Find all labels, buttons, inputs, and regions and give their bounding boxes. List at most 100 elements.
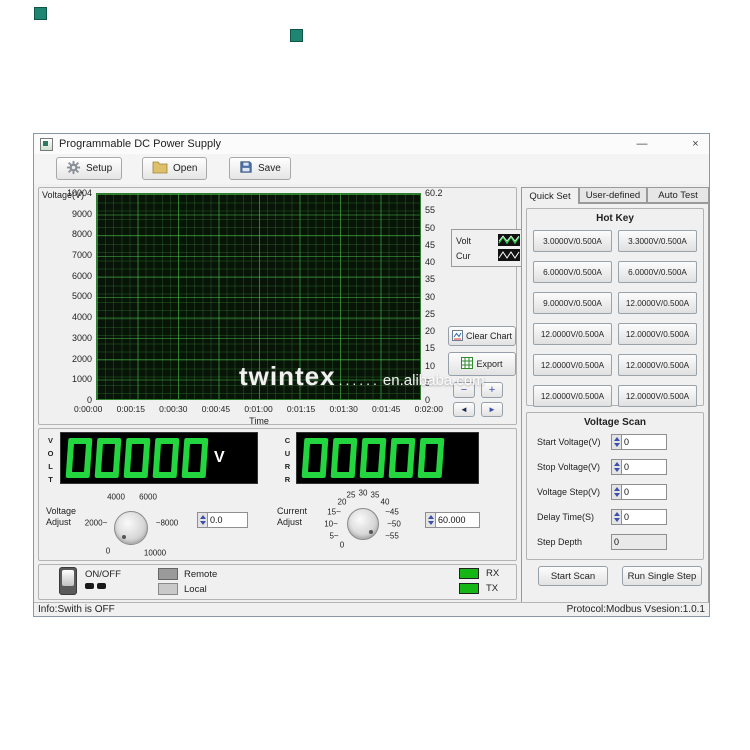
volt-waveform-icon: [498, 234, 520, 248]
pan-right-button[interactable]: ►: [481, 402, 503, 417]
power-rocker-switch[interactable]: [59, 567, 77, 595]
app-window: twintex......en.alibaba.com Programmable…: [33, 133, 710, 617]
current-set-spinner[interactable]: [425, 512, 436, 528]
current-scale-tick: 5~: [329, 532, 338, 541]
folder-icon: [152, 160, 168, 177]
scan-field-row: Step Depth: [527, 531, 703, 556]
hot-key-button[interactable]: 6.0000V/0.500A: [618, 261, 697, 283]
x-tick: 0:01:15: [287, 404, 315, 414]
y-tick: 25: [425, 309, 435, 319]
voltage-step-spinner[interactable]: [611, 484, 622, 500]
current-knob-area: 0 5~ 10~ 15~ 20 25 30 35 40 ~45 ~50 ~55: [301, 479, 401, 564]
voltage-set-spinner[interactable]: [197, 512, 208, 528]
start-voltage-spinner[interactable]: [611, 434, 622, 450]
run-single-step-button[interactable]: Run Single Step: [622, 566, 702, 586]
tab-user-defined[interactable]: User-defined: [579, 187, 647, 203]
hot-key-button[interactable]: 3.3000V/0.500A: [618, 230, 697, 252]
stop-voltage-input[interactable]: [622, 459, 667, 475]
hot-key-button[interactable]: 9.0000V/0.500A: [533, 292, 612, 314]
spinner-down-icon: [428, 521, 434, 525]
hot-key-button[interactable]: 12.0000V/0.500A: [533, 385, 612, 407]
start-voltage-field: [611, 434, 667, 450]
clear-chart-button[interactable]: Clear Chart: [448, 326, 516, 346]
x-tick: 0:00:45: [202, 404, 230, 414]
stop-voltage-label: Stop Voltage(V): [537, 462, 600, 472]
hot-key-button[interactable]: 12.0000V/0.500A: [618, 354, 697, 376]
floppy-disk-icon: [239, 160, 253, 177]
tab-quick-set[interactable]: Quick Set: [521, 187, 579, 204]
scan-field-row: Voltage Step(V): [527, 481, 703, 506]
step-depth-label: Step Depth: [537, 537, 582, 547]
current-scale-tick: 30: [359, 489, 368, 498]
stop-voltage-spinner[interactable]: [611, 459, 622, 475]
start-scan-button[interactable]: Start Scan: [538, 566, 608, 586]
x-tick: 0:01:00: [244, 404, 272, 414]
rx-led: [459, 568, 479, 579]
voltage-scale-tick: 0: [106, 547, 110, 556]
zoom-in-button[interactable]: +: [481, 382, 503, 398]
y-tick: 2000: [72, 354, 92, 364]
zoom-out-button[interactable]: −: [453, 382, 475, 398]
tx-label: TX: [486, 583, 498, 594]
hot-key-button[interactable]: 12.0000V/0.500A: [533, 354, 612, 376]
chart-legend: Volt Cur: [451, 229, 525, 267]
stop-voltage-field: [611, 459, 667, 475]
y-tick: 7000: [72, 250, 92, 260]
hot-key-button[interactable]: 3.0000V/0.500A: [533, 230, 612, 252]
minimize-button[interactable]: —: [626, 134, 658, 153]
y-tick: 1000: [72, 374, 92, 384]
export-table-icon: [461, 357, 473, 371]
setup-button[interactable]: Setup: [56, 157, 122, 180]
cur-waveform-icon: [498, 249, 520, 263]
spinner-up-icon: [614, 462, 620, 466]
export-button[interactable]: Export: [448, 352, 516, 376]
knob-indicator-dot: [122, 535, 126, 539]
legend-item-volt[interactable]: Volt: [456, 233, 520, 248]
hot-key-button[interactable]: 12.0000V/0.500A: [618, 323, 697, 345]
step-depth-input[interactable]: [611, 534, 667, 550]
seven-seg-digit: [418, 438, 445, 478]
current-adjust-knob[interactable]: [347, 508, 379, 540]
voltage-adjust-knob[interactable]: [114, 511, 148, 545]
y-tick: 6000: [72, 271, 92, 281]
legend-item-cur[interactable]: Cur: [456, 248, 520, 263]
voltage-set-input[interactable]: [208, 512, 248, 528]
hot-key-button[interactable]: 12.0000V/0.500A: [618, 292, 697, 314]
delay-time-input[interactable]: [622, 509, 667, 525]
teal-square-artifact: [34, 7, 47, 20]
hot-key-button[interactable]: 12.0000V/0.500A: [533, 323, 612, 345]
curr-display: [296, 432, 479, 484]
spinner-up-icon: [614, 487, 620, 491]
open-button[interactable]: Open: [142, 157, 207, 180]
rx-label: RX: [486, 568, 499, 579]
step-depth-field: [611, 534, 667, 550]
chart-plot: [96, 193, 421, 400]
seven-seg-digit: [331, 438, 358, 478]
tab-auto-test[interactable]: Auto Test: [647, 187, 709, 203]
local-indicator: [158, 583, 178, 595]
spinner-up-icon: [428, 515, 434, 519]
pan-left-button[interactable]: ◄: [453, 402, 475, 417]
start-voltage-input[interactable]: [622, 434, 667, 450]
y-tick: 50: [425, 223, 435, 233]
remote-indicator: [158, 568, 178, 580]
voltage-scale-tick: 2000~: [85, 519, 107, 528]
hot-key-button[interactable]: 12.0000V/0.500A: [618, 385, 697, 407]
x-tick: 0:00:15: [117, 404, 145, 414]
y-tick: 9000: [72, 209, 92, 219]
save-button[interactable]: Save: [229, 157, 291, 180]
toolbar: Setup Open Save: [34, 154, 709, 185]
y-tick: 20: [425, 326, 435, 336]
y-tick: 45: [425, 240, 435, 250]
hot-key-button[interactable]: 6.0000V/0.500A: [533, 261, 612, 283]
close-button[interactable]: ×: [682, 134, 709, 153]
voltage-step-field: [611, 484, 667, 500]
volt-display: V: [60, 432, 258, 484]
current-set-input[interactable]: [436, 512, 480, 528]
window-title: Programmable DC Power Supply: [59, 138, 221, 150]
spinner-down-icon: [614, 493, 620, 497]
delay-time-spinner[interactable]: [611, 509, 622, 525]
voltage-step-input[interactable]: [622, 484, 667, 500]
gear-icon: [66, 160, 81, 178]
y-tick: 35: [425, 274, 435, 284]
